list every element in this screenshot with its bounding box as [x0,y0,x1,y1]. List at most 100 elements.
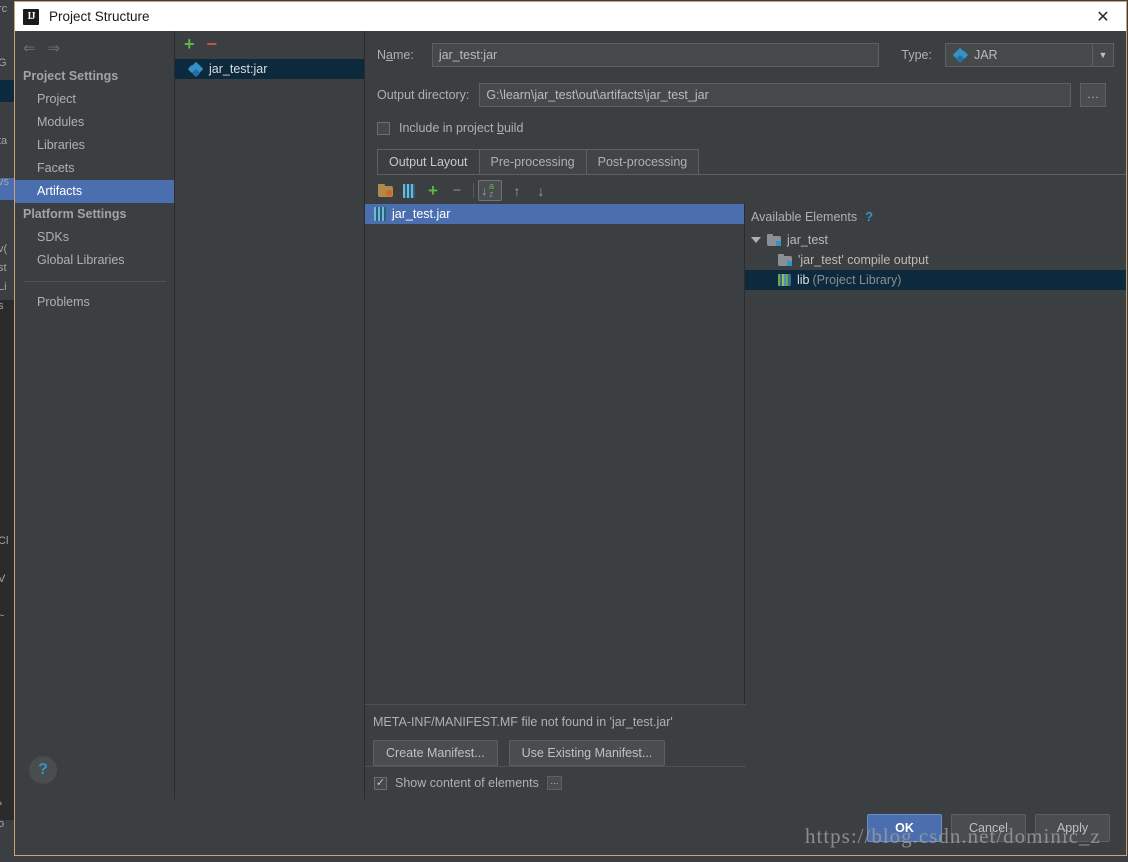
available-elements-panel: Available Elements ? jar_test 'jar_test'… [745,203,1126,704]
background-text-fragment: Cl [0,535,9,547]
apply-button[interactable]: Apply [1035,813,1110,842]
move-up-icon: ↑ [513,182,521,199]
tab-output-layout[interactable]: Output Layout [377,149,480,174]
name-input-value: jar_test:jar [438,48,498,62]
background-editor-area [0,300,14,820]
sidebar-item-problems[interactable]: Problems [15,291,174,314]
tab-pre-processing[interactable]: Pre-processing [478,149,587,174]
intellij-idea-icon: IJ [23,8,39,25]
list-item[interactable]: jar_test:jar [175,59,364,79]
remove-element-button[interactable]: − [445,180,469,201]
close-icon[interactable]: ✕ [1080,2,1126,31]
artifacts-list: jar_test:jar [175,57,364,799]
background-text-fragment: * [0,800,2,812]
show-content-of-elements-label: Show content of elements [395,776,539,790]
use-existing-manifest-button[interactable]: Use Existing Manifest... [508,740,666,766]
library-icon [778,274,791,286]
help-icon[interactable]: ? [865,209,873,224]
add-element-button[interactable]: + [421,180,445,201]
background-text-fragment: vs [0,176,9,188]
sidebar-item-project[interactable]: Project [15,88,174,111]
output-directory-label: Output directory: [377,88,470,102]
include-in-project-build-checkbox[interactable] [377,121,390,135]
include-mnemonic: b [496,121,504,135]
artifacts-list-panel: + − jar_test:jar [175,31,365,799]
list-item[interactable]: lib (Project Library) [745,270,1126,290]
show-content-of-elements-checkbox[interactable]: ✓ [374,776,387,790]
create-directory-icon [377,184,393,197]
include-in-project-build-label: Include in project build [399,121,524,135]
move-down-button[interactable]: ↓ [529,180,553,201]
type-select[interactable]: JAR ▼ [944,43,1114,67]
type-value: JAR [973,48,998,62]
background-text-fragment: : [0,554,1,566]
dialog-titlebar: IJ Project Structure ✕ [15,2,1126,31]
manifest-message: META-INF/MANIFEST.MF file not found in '… [373,715,673,729]
chevron-down-icon[interactable]: ▼ [1092,44,1113,66]
output-layout-toolbar: + − ↓ a z ↑ ↓ [365,178,1126,203]
create-directory-button[interactable] [373,180,397,201]
background-selection-secondary [0,80,14,102]
tab-post-processing[interactable]: Post-processing [585,149,700,174]
show-content-options-button[interactable]: ⋯ [546,776,562,790]
table-row[interactable]: jar_test.jar [365,204,744,224]
sidebar-item-artifacts[interactable]: Artifacts [15,180,174,203]
sidebar-group-platform-settings: Platform Settings [23,207,127,221]
cancel-button[interactable]: Cancel [951,813,1026,842]
sort-alphabetically-icon: ↓ a z [481,180,495,199]
jar-icon [374,207,386,221]
move-up-button[interactable]: ↑ [505,180,529,201]
create-manifest-button[interactable]: Create Manifest... [373,740,498,766]
sidebar-item-libraries[interactable]: Libraries [15,134,174,157]
background-text-fragment: Li [0,281,7,293]
sidebar-item-facets[interactable]: Facets [15,157,174,180]
name-input[interactable]: jar_test:jar [431,43,880,67]
sidebar-item-sdks[interactable]: SDKs [15,226,174,249]
add-artifact-button[interactable]: + [184,35,195,53]
forward-arrow-icon[interactable]: ⇒ [48,40,61,56]
available-element-suffix: (Project Library) [812,273,902,287]
output-layout-tree: jar_test.jar [365,203,745,704]
background-text-fragment: st [0,262,7,274]
name-label: Name: [377,48,414,62]
list-item[interactable]: jar_test [745,230,1126,250]
settings-sidebar: ⇐ ⇒ Project Settings Project Modules Lib… [15,31,175,799]
artifact-details-panel: Name: jar_test:jar Type: JAR ▼ Output di… [365,31,1126,799]
available-elements-title: Available Elements [751,209,858,224]
ok-button[interactable]: OK [867,813,942,842]
output-directory-value: G:\learn\jar_test\out\artifacts\jar_test… [486,88,709,102]
sidebar-item-modules[interactable]: Modules [15,111,174,134]
sidebar-item-global-libraries[interactable]: Global Libraries [15,249,174,272]
sidebar-navigation: ⇐ ⇒ [15,31,174,65]
background-ide-left-strip: rc Gta vs v(st Li s Cl: V ~ * o [0,0,14,862]
background-text-fragment: G [0,57,7,69]
jar-artifact-icon [187,61,204,77]
create-archive-icon [403,183,415,198]
move-down-icon: ↓ [537,182,545,199]
layout-split: jar_test.jar Available Elements ? jar_te… [365,203,1126,704]
sort-alphabetically-button[interactable]: ↓ a z [478,180,502,201]
list-item[interactable]: 'jar_test' compile output [745,250,1126,270]
dialog-body: ⇐ ⇒ Project Settings Project Modules Lib… [15,31,1126,799]
background-text-fragment: rc [0,3,8,15]
browse-output-directory-button[interactable]: ... [1080,83,1107,107]
back-arrow-icon[interactable]: ⇐ [23,40,36,56]
manifest-section: META-INF/MANIFEST.MF file not found in '… [365,704,746,766]
available-element-label: 'jar_test' compile output [798,253,929,267]
output-directory-input[interactable]: G:\learn\jar_test\out\artifacts\jar_test… [479,83,1072,107]
available-element-label: lib [797,273,810,287]
create-archive-button[interactable] [397,180,421,201]
compile-output-icon [778,254,792,266]
sidebar-divider [23,281,166,282]
toolbar-divider [473,183,474,198]
help-button[interactable]: ? [29,756,57,784]
type-label: Type: [901,48,932,62]
remove-artifact-button[interactable]: − [207,35,218,53]
background-text-fragment: v( [0,243,8,255]
module-icon [767,234,781,246]
chevron-down-icon[interactable] [751,237,761,243]
background-text-fragment: ~ [0,610,5,622]
available-elements-header: Available Elements ? [745,203,1126,230]
add-icon: + [428,181,438,200]
background-text-fragment: ta [0,135,8,147]
